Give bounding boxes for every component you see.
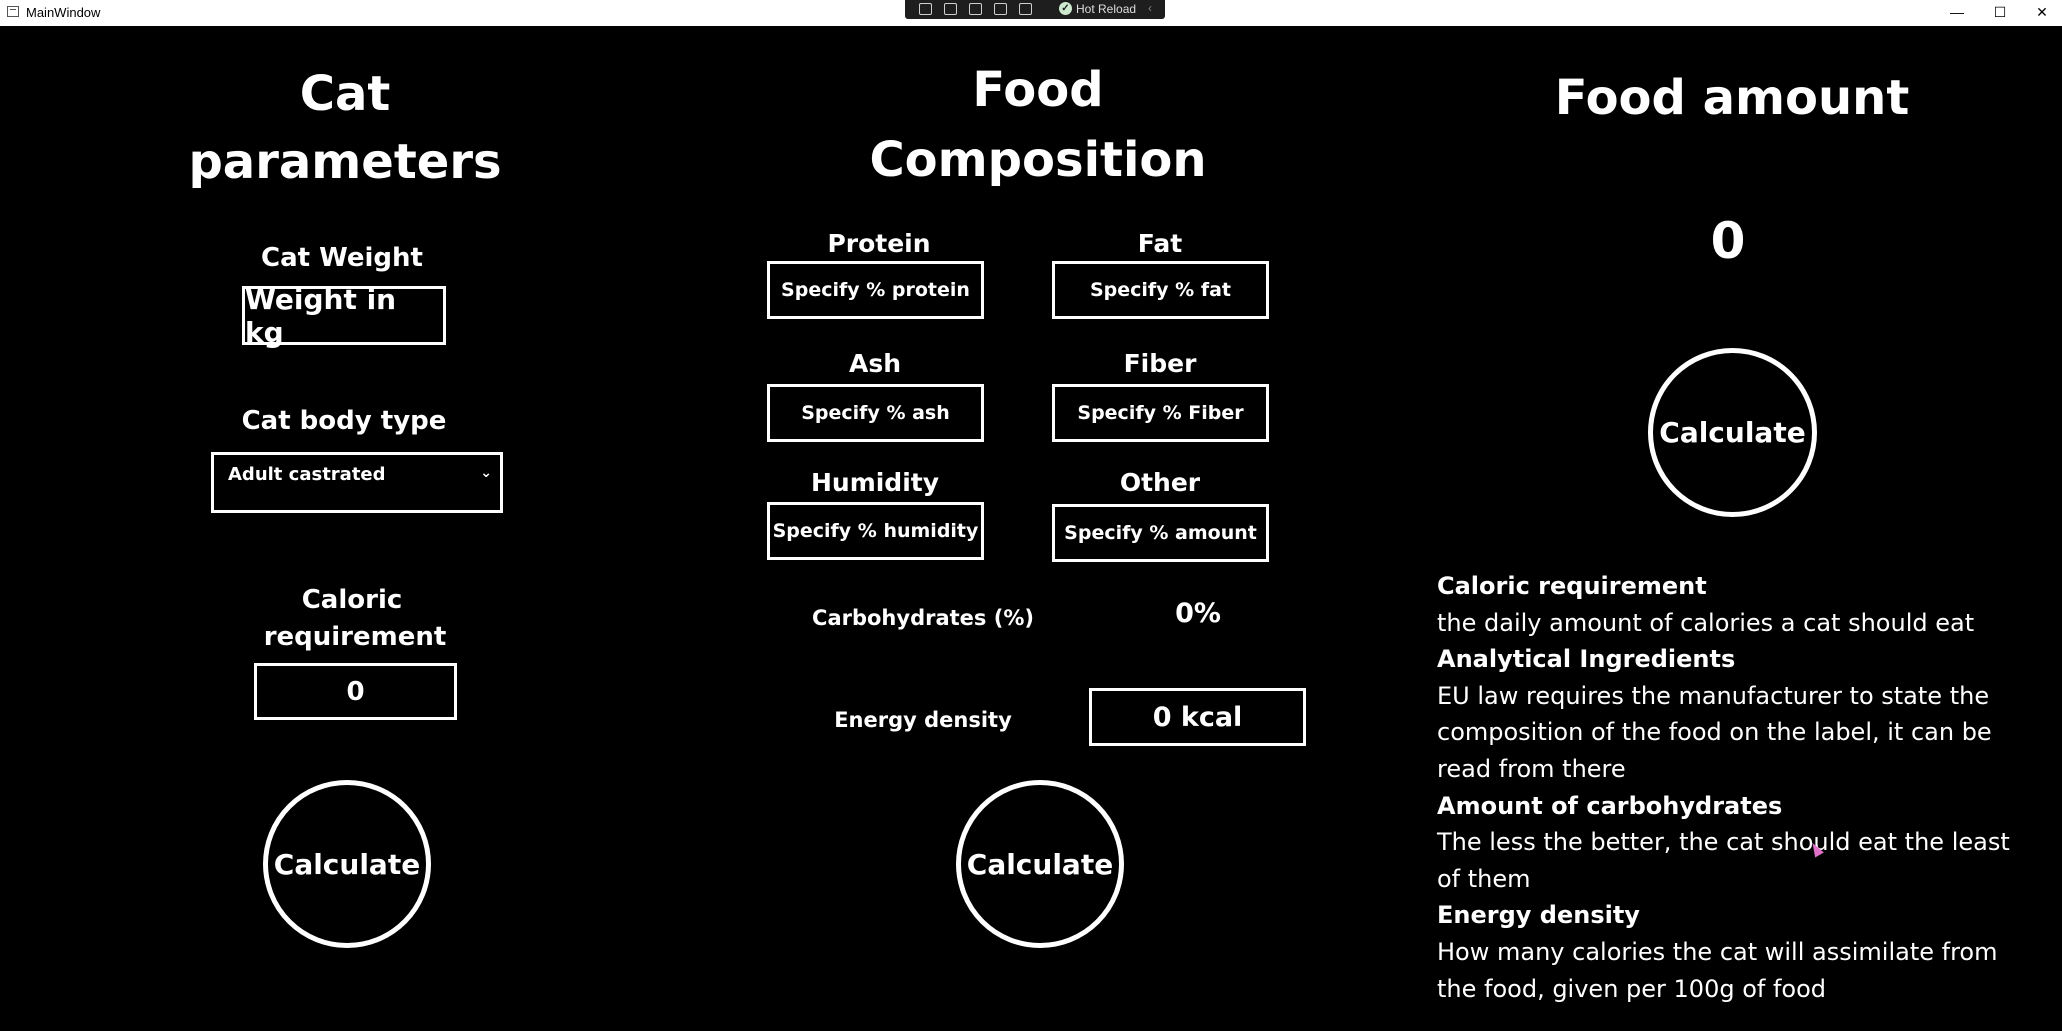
ash-label: Ash	[848, 349, 902, 378]
display-layout-adorners-icon[interactable]	[944, 3, 957, 15]
info-title: Amount of carbohydrates	[1437, 791, 1783, 820]
info-panel: Caloric requirement the daily amount of …	[1437, 568, 2037, 1007]
cat-weight-label: Cat Weight	[261, 243, 423, 273]
window-title: MainWindow	[26, 5, 101, 20]
maximize-button[interactable]: ☐	[1980, 2, 2020, 22]
food-composition-heading: Food Composition	[869, 62, 1207, 188]
energy-density-label: Energy density	[834, 708, 1012, 732]
cat-weight-input[interactable]: Weight in kg	[242, 283, 446, 349]
food-amount-heading: Food amount	[1554, 70, 1910, 126]
hot-reload-settings-icon[interactable]	[1019, 3, 1032, 15]
info-title: Caloric requirement	[1437, 572, 1707, 600]
window-title-bar: MainWindow ✓ Hot Reload ‹ — ☐ ✕	[0, 0, 2062, 26]
humidity-input[interactable]: Specify % humidity	[767, 502, 984, 560]
hot-reload-status-icon: ✓	[1059, 2, 1072, 15]
minimize-button[interactable]: —	[1937, 2, 1977, 22]
app-window-icon	[7, 6, 19, 17]
cat-body-type-select[interactable]: Adult castrated ⌄	[211, 452, 503, 513]
info-text: EU law requires the manufacturer to stat…	[1437, 681, 1992, 783]
fiber-input[interactable]: Specify % Fiber	[1052, 384, 1269, 442]
humidity-label: Humidity	[810, 468, 940, 497]
debug-toolbar: ✓ Hot Reload ‹	[905, 0, 1165, 19]
fat-input[interactable]: Specify % fat	[1052, 261, 1269, 319]
caloric-requirement-output: 0	[254, 663, 457, 720]
collapse-toolbar-icon[interactable]: ‹	[1148, 1, 1152, 15]
energy-density-output: 0 kcal	[1089, 688, 1306, 746]
cat-body-type-label: Cat body type	[241, 406, 447, 436]
fat-label: Fat	[1137, 229, 1183, 258]
carbohydrates-value: 0%	[1175, 598, 1221, 629]
binding-failures-icon[interactable]	[994, 3, 1007, 15]
calculate-food-amount-button[interactable]: Calculate	[1648, 348, 1817, 517]
info-title: Energy density	[1437, 901, 1640, 930]
protein-input[interactable]: Specify % protein	[767, 261, 984, 319]
hot-reload-label[interactable]: Hot Reload	[1076, 2, 1136, 16]
calculate-composition-button[interactable]: Calculate	[956, 780, 1124, 948]
carbohydrates-label: Carbohydrates (%)	[812, 606, 1034, 630]
caloric-requirement-label: Caloric requirement	[263, 585, 447, 652]
ash-input[interactable]: Specify % ash	[767, 384, 984, 442]
info-text: the daily amount of calories a cat shoul…	[1437, 608, 1975, 637]
food-amount-value: 0	[1710, 212, 1746, 270]
select-element-icon[interactable]	[919, 3, 932, 15]
chevron-down-icon: ⌄	[480, 465, 492, 481]
fiber-label: Fiber	[1123, 349, 1197, 378]
cat-parameters-heading: Cat parameters	[188, 66, 502, 190]
calculate-caloric-button[interactable]: Calculate	[263, 780, 431, 948]
other-label: Other	[1119, 468, 1201, 497]
protein-label: Protein	[827, 229, 931, 258]
info-text: How many calories the cat will assimilat…	[1437, 937, 1998, 1003]
track-focused-element-icon[interactable]	[969, 3, 982, 15]
cat-body-type-value: Adult castrated	[228, 464, 386, 485]
other-input[interactable]: Specify % amount	[1052, 504, 1269, 562]
info-title: Analytical Ingredients	[1437, 645, 1736, 674]
close-button[interactable]: ✕	[2022, 2, 2062, 22]
info-text: The less the better, the cat should eat …	[1437, 828, 2010, 893]
